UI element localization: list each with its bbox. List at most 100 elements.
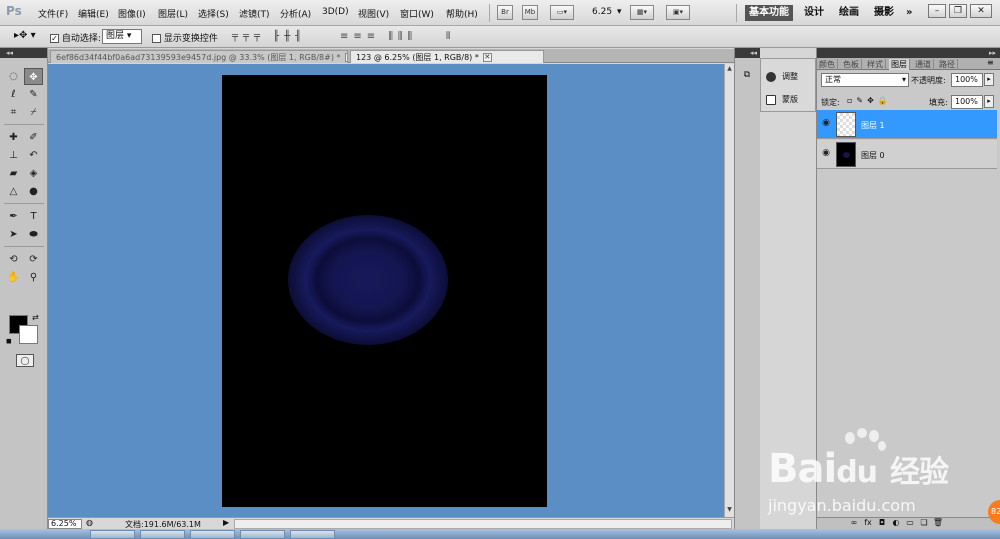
layer-name[interactable]: 图层 1 <box>861 120 885 131</box>
taskbar-app-button[interactable] <box>90 530 135 539</box>
status-zoom-field[interactable]: 6.25% <box>48 519 82 529</box>
move-tool-icon[interactable]: ✥ <box>24 68 43 85</box>
history-brush-tool-icon[interactable]: ↶ <box>24 147 43 164</box>
3d-rotate-tool-icon[interactable]: ⟲ <box>4 251 23 268</box>
menu-select[interactable]: 选择(S) <box>198 7 229 20</box>
tab-swatches[interactable]: 色板 <box>841 59 862 70</box>
tab-styles[interactable]: 样式 <box>865 59 886 70</box>
mini-bridge-icon[interactable]: Mb <box>522 5 538 20</box>
lasso-tool-icon[interactable]: ℓ <box>4 86 23 103</box>
background-color-swatch[interactable] <box>19 325 38 344</box>
menu-image[interactable]: 图像(I) <box>118 7 146 20</box>
hand-tool-icon[interactable]: ✋ <box>4 269 23 286</box>
menu-help[interactable]: 帮助(H) <box>446 7 478 20</box>
layer-row[interactable]: ◉ 图层 0 <box>817 140 997 169</box>
document-canvas[interactable] <box>222 75 547 507</box>
eye-icon[interactable]: ◉ <box>820 118 832 130</box>
bridge-icon[interactable]: Br <box>497 5 513 20</box>
taskbar-app-button[interactable] <box>240 530 285 539</box>
screen-mode-icon[interactable]: ▣▾ <box>666 5 690 20</box>
menu-filter[interactable]: 滤镜(T) <box>239 7 270 20</box>
workspace-painting[interactable]: 绘画 <box>835 5 863 21</box>
tab-layers[interactable]: 图层 <box>889 59 910 70</box>
tab-document-1[interactable]: 6ef86d34f44bf0a6ad73139593e9457d.jpg @ 3… <box>50 50 348 63</box>
auto-select-target-dropdown[interactable]: 图层 ▾ <box>102 29 142 44</box>
masks-item[interactable]: 蒙版 <box>766 94 798 105</box>
layer-row[interactable]: ◉ 图层 1 <box>817 110 997 139</box>
menu-analysis[interactable]: 分析(A) <box>280 7 311 20</box>
default-colors-icon[interactable]: ◼ <box>6 337 12 345</box>
quick-mask-icon[interactable]: ◯ <box>16 354 34 367</box>
status-menu-icon[interactable]: ▶ <box>223 518 229 527</box>
minimize-icon[interactable]: – <box>928 4 946 18</box>
brush-tool-icon[interactable]: ✐ <box>24 129 43 146</box>
tools-panel-header[interactable]: ◂◂ <box>0 48 47 58</box>
tab-paths[interactable]: 路径 <box>937 59 958 70</box>
horizontal-scrollbar[interactable] <box>234 519 732 529</box>
layer-name[interactable]: 图层 0 <box>861 150 885 161</box>
workspace-photography[interactable]: 摄影 <box>870 5 898 21</box>
taskbar-app-button[interactable] <box>140 530 185 539</box>
tab-document-2[interactable]: 123 @ 6.25% (图层 1, RGB/8) * ✕ <box>350 50 544 63</box>
3d-orbit-tool-icon[interactable]: ⟳ <box>24 251 43 268</box>
move-tool-preset-icon[interactable]: ▸✥ ▾ <box>14 30 36 41</box>
opacity-field[interactable]: 100% <box>951 73 983 87</box>
paint-bucket-tool-icon[interactable]: ◈ <box>24 165 43 182</box>
menu-layer[interactable]: 图层(L) <box>158 7 188 20</box>
menu-file[interactable]: 文件(F) <box>38 7 68 20</box>
eraser-tool-icon[interactable]: ▰ <box>4 165 23 182</box>
shape-tool-icon[interactable]: ⬬ <box>24 226 43 243</box>
opacity-slider-icon[interactable]: ▸ <box>984 73 994 86</box>
canvas-workspace[interactable] <box>48 64 724 517</box>
taskbar-app-button[interactable] <box>290 530 335 539</box>
fill-field[interactable]: 100% <box>951 95 983 109</box>
menu-3d[interactable]: 3D(D) <box>322 7 349 17</box>
arrange-documents-icon[interactable]: ▦▾ <box>630 5 654 20</box>
more-workspaces-icon[interactable]: » <box>902 5 916 21</box>
type-tool-icon[interactable]: T <box>24 208 43 225</box>
distribute-icons[interactable]: ≡≡≡ ⫼⫼⫼ <box>340 31 417 42</box>
clone-stamp-tool-icon[interactable]: ⊥ <box>4 147 23 164</box>
scroll-down-icon[interactable]: ▼ <box>725 506 734 515</box>
quick-select-tool-icon[interactable]: ✎ <box>24 86 43 103</box>
collapsed-panel-header[interactable]: ◂◂ <box>735 48 760 58</box>
workspace-essentials[interactable]: 基本功能 <box>745 5 793 21</box>
taskbar-app-button[interactable] <box>190 530 235 539</box>
show-transform-checkbox[interactable] <box>152 34 161 43</box>
layers-panel-header[interactable]: ▸▸ <box>817 48 1000 58</box>
menu-window[interactable]: 窗口(W) <box>400 7 434 20</box>
marquee-tool-icon[interactable]: ◌ <box>4 68 23 85</box>
pen-tool-icon[interactable]: ✒ <box>4 208 23 225</box>
crop-tool-icon[interactable]: ⌗ <box>4 104 23 121</box>
path-selection-tool-icon[interactable]: ➤ <box>4 226 23 243</box>
blur-tool-icon[interactable]: △ <box>4 183 23 200</box>
eyedropper-tool-icon[interactable]: ⌿ <box>24 104 43 121</box>
spot-healing-tool-icon[interactable]: ✚ <box>4 129 23 146</box>
zoom-tool-icon[interactable]: ⚲ <box>24 269 43 286</box>
eye-icon[interactable]: ◉ <box>820 148 832 160</box>
panel-toggle-icon[interactable]: ⧉ <box>740 70 754 84</box>
status-info-icon[interactable]: ◍ <box>86 518 93 527</box>
panel-menu-icon[interactable]: ≡ <box>987 58 994 67</box>
auto-select-checkbox[interactable]: ✓ <box>50 34 59 43</box>
tab-close-icon[interactable]: ✕ <box>344 53 347 62</box>
blend-mode-dropdown[interactable]: 正常 ▾ <box>821 73 909 87</box>
tab-close-icon[interactable]: ✕ <box>482 53 492 62</box>
restore-icon[interactable]: ❐ <box>949 4 967 18</box>
vertical-scrollbar[interactable]: ▲ ▼ <box>724 64 734 517</box>
tab-color[interactable]: 颜色 <box>817 59 838 70</box>
close-icon[interactable]: ✕ <box>970 4 992 18</box>
scroll-up-icon[interactable]: ▲ <box>725 65 734 74</box>
swap-colors-icon[interactable]: ⇄ <box>32 313 39 322</box>
dodge-tool-icon[interactable]: ● <box>24 183 43 200</box>
zoom-level[interactable]: 6.25 <box>592 7 612 17</box>
show-transform-option[interactable]: 显示变换控件 <box>152 31 218 44</box>
zoom-dropdown-icon[interactable]: ▾ <box>617 7 622 17</box>
menu-view[interactable]: 视图(V) <box>358 7 389 20</box>
lock-icons[interactable]: ▫✎✥🔒 <box>847 96 892 105</box>
view-extras-icon[interactable]: ▭▾ <box>550 5 574 20</box>
fill-slider-icon[interactable]: ▸ <box>984 95 994 108</box>
tab-channels[interactable]: 通道 <box>913 59 934 70</box>
auto-select-option[interactable]: ✓ 自动选择: <box>50 31 101 44</box>
auto-align-icon[interactable]: ⫴ <box>446 31 455 42</box>
